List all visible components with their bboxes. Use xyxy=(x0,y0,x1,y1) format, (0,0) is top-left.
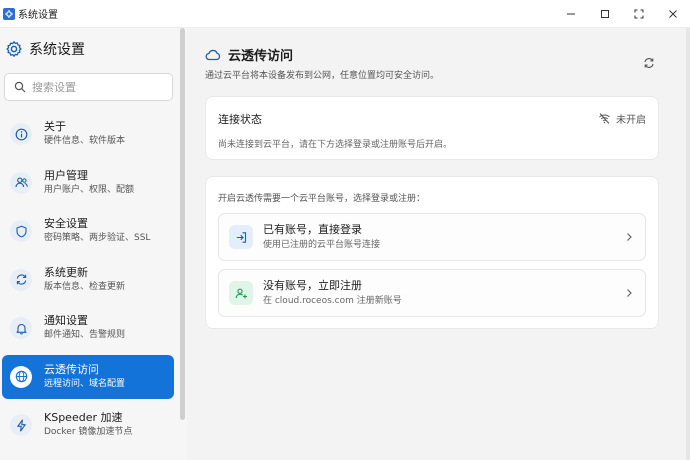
account-options-card: 开启云透传需要一个云平台账号，选择登录或注册： 已有账号，直接登录 使用已注册的… xyxy=(205,176,659,329)
maximize-button[interactable] xyxy=(588,0,622,28)
account-options-intro: 开启云透传需要一个云平台账号，选择登录或注册： xyxy=(218,194,426,204)
sidebar-item-about[interactable]: 关于 硬件信息、软件版本 xyxy=(2,112,174,156)
shield-icon xyxy=(10,220,32,242)
sidebar-item-label: KSpeeder 加速 xyxy=(44,411,123,424)
wifi-off-icon xyxy=(599,113,610,124)
sidebar-item-label: 关于 xyxy=(44,120,66,133)
connection-status-description: 尚未连接到云平台，请在下方选择登录或注册账号后开启。 xyxy=(218,140,453,150)
sidebar-item-description: 密码策略、两步验证、SSL xyxy=(44,233,151,243)
window-title: 系统设置 xyxy=(18,10,58,21)
add-user-icon xyxy=(229,281,253,305)
refresh-icon xyxy=(10,268,32,291)
login-option-title: 已有账号，直接登录 xyxy=(263,223,362,236)
main-panel: 云透传访问 通过云平台将本设备发布到公网，任意位置均可安全访问。 连接状态 未开… xyxy=(189,28,690,460)
search-icon xyxy=(14,81,26,93)
sidebar-item-label: 安全设置 xyxy=(44,217,88,230)
sidebar-item-kspeeder[interactable]: KSpeeder 加速 Docker 镜像加速节点 xyxy=(2,403,174,447)
sidebar: 系统设置 关于 硬件信息、软件版本 用户管理 xyxy=(0,28,187,460)
maximize-icon xyxy=(601,10,609,18)
globe-icon xyxy=(10,365,32,388)
window-controls xyxy=(554,0,690,28)
page-header: 云透传访问 xyxy=(205,45,293,64)
close-button[interactable] xyxy=(656,0,690,28)
login-option-description: 使用已注册的云平台账号连接 xyxy=(263,240,381,250)
fullscreen-button[interactable] xyxy=(622,0,656,28)
sidebar-item-description: Docker 镜像加速节点 xyxy=(44,427,133,437)
cloud-icon xyxy=(205,49,221,60)
sidebar-item-notifications[interactable]: 通知设置 邮件通知、告警规则 xyxy=(2,306,174,350)
sidebar-header: 系统设置 xyxy=(5,39,85,59)
sidebar-item-cloud-access[interactable]: 云透传访问 远程访问、域名配置 xyxy=(2,354,174,399)
connection-status-card: 连接状态 未开启 尚未连接到云平台，请在下方选择登录或注册账号后开启。 xyxy=(205,96,659,160)
sidebar-scrollbar[interactable] xyxy=(180,28,185,420)
refresh-icon xyxy=(644,58,654,68)
sidebar-item-label: 系统更新 xyxy=(44,265,88,279)
register-option-description: 在 cloud.roceos.com 注册新账号 xyxy=(263,296,402,306)
page-subtitle: 通过云平台将本设备发布到公网，任意位置均可安全访问。 xyxy=(205,71,440,81)
sidebar-item-label: 用户管理 xyxy=(44,168,88,182)
users-icon xyxy=(10,171,32,194)
lightning-icon xyxy=(10,414,32,436)
sidebar-nav: 关于 硬件信息、软件版本 用户管理 用户账户、权限、配额 安全设置 密码策略、两… xyxy=(0,112,176,452)
sidebar-item-description: 邮件通知、告警规则 xyxy=(44,330,126,340)
title-bar: 系统设置 xyxy=(0,0,690,28)
connection-status-title: 连接状态 xyxy=(218,113,262,126)
sidebar-item-description: 版本信息、检查更新 xyxy=(44,281,126,292)
login-icon xyxy=(229,225,253,249)
main-scrollbar[interactable] xyxy=(686,28,690,460)
minimize-button[interactable] xyxy=(554,0,588,28)
close-icon xyxy=(669,10,677,18)
sidebar-item-label: 通知设置 xyxy=(44,314,88,327)
status-badge: 未开启 xyxy=(598,111,646,126)
register-option[interactable]: 没有账号，立即注册 在 cloud.roceos.com 注册新账号 xyxy=(218,269,646,317)
search-input[interactable] xyxy=(32,80,162,94)
status-badge-text: 未开启 xyxy=(616,115,646,126)
search-box[interactable] xyxy=(4,73,173,101)
minimize-icon xyxy=(567,13,575,15)
app-icon xyxy=(3,7,15,20)
chevron-right-icon xyxy=(627,233,632,241)
fullscreen-icon xyxy=(634,9,644,19)
chevron-right-icon xyxy=(627,289,632,297)
login-option[interactable]: 已有账号，直接登录 使用已注册的云平台账号连接 xyxy=(218,213,646,261)
bell-icon xyxy=(10,317,32,339)
info-icon xyxy=(10,123,32,145)
sidebar-item-security[interactable]: 安全设置 密码策略、两步验证、SSL xyxy=(2,209,174,253)
gear-icon xyxy=(6,41,22,57)
refresh-button[interactable] xyxy=(641,55,657,71)
settings-window: 系统设置 系统设置 搜索设置 关于 硬件信息、软件版本 用户管理 用户账户、权限… xyxy=(0,0,690,460)
page-title: 云透传访问 xyxy=(228,49,294,64)
sidebar-item-description: 用户账户、权限、配额 xyxy=(44,184,135,195)
sidebar-item-description: 远程访问、域名配置 xyxy=(44,378,126,389)
sidebar-item-users[interactable]: 用户管理 用户账户、权限、配额 xyxy=(2,161,174,205)
sidebar-item-label: 云透传访问 xyxy=(44,362,99,376)
sidebar-title: 系统设置 xyxy=(29,42,85,58)
register-option-title: 没有账号，立即注册 xyxy=(263,279,362,292)
sidebar-item-update[interactable]: 系统更新 版本信息、检查更新 xyxy=(2,258,174,302)
sidebar-item-description: 硬件信息、软件版本 xyxy=(44,136,126,146)
